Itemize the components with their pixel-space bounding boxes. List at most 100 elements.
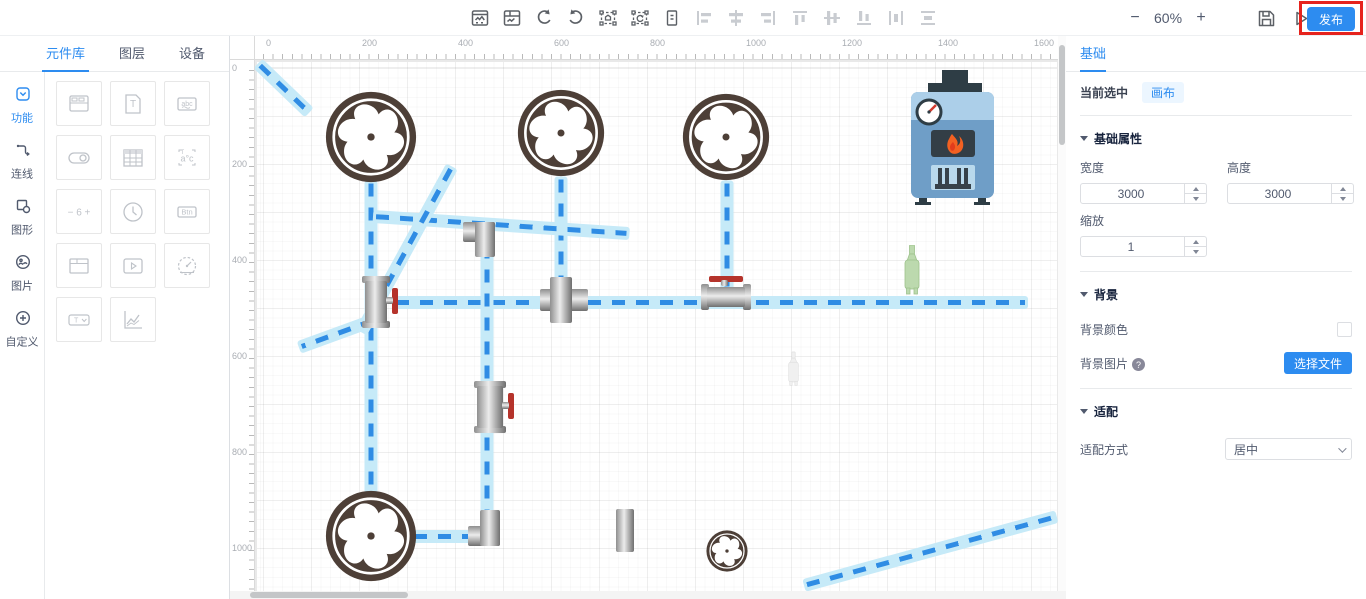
choose-file-button[interactable]: 选择文件 xyxy=(1284,352,1352,374)
left-panel-tabs: 元件库 图层 设备 xyxy=(0,36,229,72)
align-bottom-icon[interactable] xyxy=(852,6,876,30)
horizontal-ruler: 02004006008001000120014001600 xyxy=(255,36,1066,60)
palette-item-chart-widget[interactable] xyxy=(110,297,156,342)
fan-device[interactable] xyxy=(325,490,417,582)
valve-device[interactable] xyxy=(472,379,518,437)
palette-item-clock-widget[interactable] xyxy=(110,189,156,234)
palette-item-input-widget[interactable]: abc xyxy=(164,81,210,126)
fan-device[interactable] xyxy=(517,89,605,177)
save-icon[interactable] xyxy=(1254,6,1278,30)
tab-layers[interactable]: 图层 xyxy=(119,36,145,72)
section-background[interactable]: 背景 xyxy=(1080,272,1352,307)
zoom-in-button[interactable]: + xyxy=(1192,9,1210,27)
stepper-widget-icon: − 6 + xyxy=(66,199,92,225)
align-center-horizontal-icon[interactable] xyxy=(724,6,748,30)
width-field[interactable] xyxy=(1081,184,1181,203)
palette-item-stepper-widget[interactable]: − 6 + xyxy=(56,189,102,234)
tab-component-library[interactable]: 元件库 xyxy=(46,36,85,72)
rail-item-images[interactable]: 图片 xyxy=(0,246,45,302)
tab-basic[interactable]: 基础 xyxy=(1080,36,1106,72)
palette-item-video-widget[interactable] xyxy=(110,243,156,288)
palette-item-select-widget[interactable]: T xyxy=(56,297,102,342)
step-up-icon[interactable] xyxy=(1185,237,1206,246)
align-top-icon[interactable] xyxy=(788,6,812,30)
align-left-icon[interactable] xyxy=(692,6,716,30)
bottle-icon xyxy=(901,245,923,295)
boiler-device[interactable] xyxy=(905,70,1000,205)
rail-item-shapes[interactable]: 图形 xyxy=(0,190,45,246)
save-template-icon[interactable] xyxy=(500,6,524,30)
connector-icon xyxy=(14,141,32,162)
group-icon[interactable] xyxy=(596,6,620,30)
pipe-piece[interactable] xyxy=(616,509,634,552)
scale-field[interactable] xyxy=(1081,237,1181,256)
ungroup-icon[interactable] xyxy=(628,6,652,30)
chevron-down-icon xyxy=(1338,444,1346,452)
rail-item-custom[interactable]: 自定义 xyxy=(0,302,45,358)
pipe-elbow[interactable] xyxy=(475,222,495,257)
horizontal-scrollbar xyxy=(230,591,1066,599)
section-basic-properties[interactable]: 基础属性 xyxy=(1080,116,1352,151)
toolbar xyxy=(468,0,940,36)
distribute-vertical-icon[interactable] xyxy=(916,6,940,30)
palette-item-gauge-widget[interactable] xyxy=(164,243,210,288)
distribute-horizontal-icon[interactable] xyxy=(884,6,908,30)
palette-item-button-widget[interactable]: Btn xyxy=(164,189,210,234)
boiler-icon xyxy=(905,70,1000,205)
bottle-device[interactable] xyxy=(901,245,923,295)
vertical-scrollbar-thumb[interactable] xyxy=(1059,45,1065,145)
help-icon[interactable]: ? xyxy=(1132,358,1145,371)
step-up-icon[interactable] xyxy=(1185,184,1206,193)
shape-icon xyxy=(14,197,32,218)
publish-button[interactable]: 发布 xyxy=(1307,7,1355,31)
background-color-swatch[interactable] xyxy=(1337,322,1352,337)
palette-item-switch-widget[interactable] xyxy=(56,135,102,180)
rail-item-connector[interactable]: 连线 xyxy=(0,134,45,190)
step-up-icon[interactable] xyxy=(1332,184,1353,193)
clock-widget-icon xyxy=(120,199,146,225)
pipe-segment[interactable] xyxy=(721,180,734,289)
section-fit[interactable]: 适配 xyxy=(1080,389,1352,424)
fan-device[interactable] xyxy=(706,530,748,572)
palette-item-tabs-widget[interactable] xyxy=(56,81,102,126)
editor-canvas[interactable]: 02004006008001000120014001600 0200400600… xyxy=(230,36,1066,599)
height-field[interactable] xyxy=(1228,184,1328,203)
step-down-icon[interactable] xyxy=(1332,193,1353,203)
export-image-icon[interactable] xyxy=(468,6,492,30)
step-down-icon[interactable] xyxy=(1185,246,1206,256)
redo-icon[interactable] xyxy=(564,6,588,30)
step-down-icon[interactable] xyxy=(1185,193,1206,203)
collapse-caret-icon xyxy=(1080,409,1088,414)
palette-item-panel-widget[interactable] xyxy=(56,243,102,288)
zoom-level-label: 60% xyxy=(1154,10,1182,26)
align-middle-vertical-icon[interactable] xyxy=(820,6,844,30)
ruler-tick-label: 800 xyxy=(650,38,665,48)
fan-icon xyxy=(706,530,748,572)
width-input xyxy=(1080,183,1207,204)
ruler-tick-label: 400 xyxy=(458,38,473,48)
tab-devices[interactable]: 设备 xyxy=(179,36,205,72)
pipe-segment[interactable] xyxy=(365,180,378,500)
horizontal-scrollbar-thumb[interactable] xyxy=(250,592,408,598)
bottle-device[interactable] xyxy=(786,345,801,393)
palette-item-temperature-widget[interactable]: a°cT xyxy=(164,135,210,180)
collapse-caret-icon xyxy=(1080,136,1088,141)
pipe-cross[interactable] xyxy=(550,277,572,323)
undo-icon[interactable] xyxy=(532,6,556,30)
ruler-tick-label: 1200 xyxy=(842,38,862,48)
component-panel-icon[interactable] xyxy=(660,6,684,30)
fit-mode-select[interactable]: 居中 xyxy=(1225,438,1352,460)
align-right-icon[interactable] xyxy=(756,6,780,30)
valve-device[interactable] xyxy=(360,274,402,332)
palette-item-text-widget[interactable]: T xyxy=(110,81,156,126)
ruler-corner xyxy=(230,36,255,60)
ruler-tick-label: 0 xyxy=(232,63,237,73)
valve-device[interactable] xyxy=(697,274,763,317)
rail-item-function[interactable]: 功能 xyxy=(0,78,45,134)
pipe-elbow[interactable] xyxy=(480,510,500,546)
fan-device[interactable] xyxy=(325,91,417,183)
fan-device[interactable] xyxy=(682,93,770,181)
zoom-out-button[interactable]: − xyxy=(1126,9,1144,27)
palette-item-table-widget[interactable] xyxy=(110,135,156,180)
tabs-widget-icon xyxy=(66,91,92,117)
